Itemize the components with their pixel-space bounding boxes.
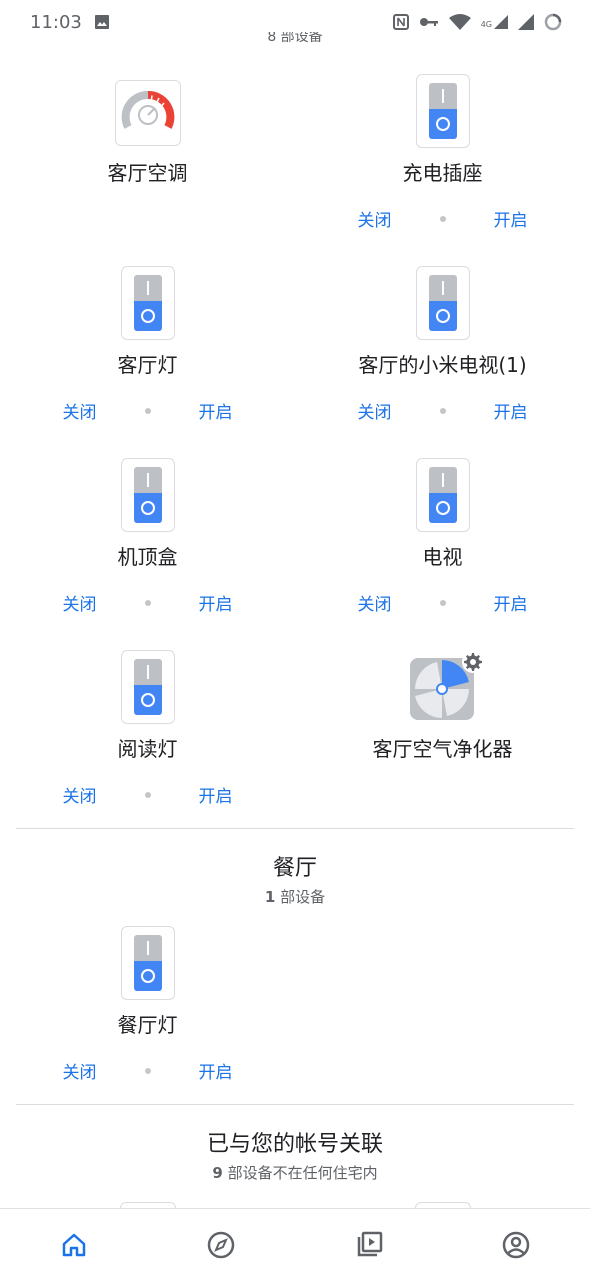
device-count-suffix: 部设备不在任何住宅内 — [227, 1164, 378, 1182]
off-button[interactable]: 关闭 — [63, 1058, 97, 1083]
home-icon — [62, 1233, 85, 1257]
nav-media[interactable] — [339, 1215, 399, 1275]
on-button[interactable]: 开启 — [199, 398, 233, 423]
on-off-controls: 关闭 开启 — [63, 590, 233, 615]
device-name: 电视 — [422, 545, 463, 569]
off-button[interactable]: 关闭 — [63, 398, 97, 423]
separator-dot — [439, 407, 446, 414]
on-button[interactable]: 开启 — [199, 782, 233, 807]
image-icon — [94, 15, 109, 29]
on-button[interactable]: 开启 — [494, 206, 528, 231]
switch-icon — [120, 266, 175, 340]
network-label: 4G — [480, 20, 492, 29]
separator-dot — [439, 215, 446, 222]
thermostat-gauge-icon — [114, 80, 181, 146]
on-off-controls: 关闭 开启 — [358, 398, 528, 423]
device-tile-set-top-box[interactable]: 机顶盒 关闭 开启 — [0, 458, 295, 615]
nav-account[interactable] — [486, 1215, 546, 1275]
off-button[interactable]: 关闭 — [358, 206, 392, 231]
section-title-linked: 已与您的帐号关联 — [206, 1132, 383, 1157]
device-tile-reading-light[interactable]: 阅读灯 关闭 开启 — [0, 650, 295, 807]
separator-dot — [144, 407, 151, 414]
switch-icon — [120, 650, 175, 724]
on-button[interactable]: 开启 — [199, 1058, 233, 1083]
media-playlist-icon — [357, 1231, 382, 1257]
on-button[interactable]: 开启 — [199, 590, 233, 615]
device-count-suffix: 部设备 — [280, 888, 326, 906]
device-name: 餐厅灯 — [117, 1013, 178, 1037]
device-name: 客厅的小米电视(1) — [358, 353, 527, 377]
on-off-controls: 关闭 开启 — [63, 782, 233, 807]
device-tile-dining-room-light[interactable]: 餐厅灯 关闭 开启 — [0, 926, 295, 1083]
bottom-navigation — [0, 1208, 590, 1281]
on-button[interactable]: 开启 — [494, 590, 528, 615]
nav-explore[interactable] — [191, 1215, 251, 1275]
section-divider — [16, 828, 574, 829]
off-button[interactable]: 关闭 — [358, 398, 392, 423]
explore-compass-icon — [208, 1231, 235, 1259]
device-name: 客厅灯 — [117, 353, 178, 377]
on-off-controls: 关闭 开启 — [358, 206, 528, 231]
device-tile-living-room-ac[interactable]: 客厅空调 — [0, 80, 295, 186]
switch-icon — [120, 926, 175, 1000]
device-name: 充电插座 — [402, 161, 483, 185]
device-name: 阅读灯 — [117, 737, 178, 761]
off-button[interactable]: 关闭 — [63, 590, 97, 615]
section-device-count: 9 部设备不在任何住宅内 — [0, 1162, 590, 1183]
switch-icon — [120, 458, 175, 532]
nav-home[interactable] — [44, 1215, 104, 1275]
account-icon — [503, 1231, 530, 1259]
on-off-controls: 关闭 开启 — [63, 1058, 233, 1083]
section-title-dining-room: 餐厅 — [272, 856, 317, 881]
device-count-number: 1 — [264, 888, 276, 906]
key-icon — [419, 18, 438, 26]
device-tile-living-room-mi-tv[interactable]: 客厅的小米电视(1) 关闭 开启 — [295, 266, 590, 423]
on-off-controls: 关闭 开启 — [63, 398, 233, 423]
section-divider — [16, 1104, 574, 1105]
signal-4g-icon: 4G — [481, 15, 508, 29]
settings-gear-icon — [461, 651, 484, 673]
air-purifier-fan-icon — [407, 651, 484, 724]
device-count-number: 9 — [212, 1164, 223, 1182]
off-button[interactable]: 关闭 — [63, 782, 97, 807]
separator-dot — [439, 599, 446, 606]
battery-icon — [544, 13, 562, 31]
separator-dot — [144, 791, 151, 798]
device-name: 客厅空气净化器 — [372, 737, 513, 761]
separator-dot — [144, 599, 151, 606]
wifi-icon — [448, 14, 471, 30]
device-name: 机顶盒 — [117, 545, 178, 569]
off-button[interactable]: 关闭 — [358, 590, 392, 615]
device-tile-tv[interactable]: 电视 关闭 开启 — [295, 458, 590, 615]
status-time: 11:03 — [30, 11, 82, 33]
section-device-count: 1 部设备 — [0, 886, 590, 907]
switch-icon — [415, 266, 470, 340]
separator-dot — [144, 1067, 151, 1074]
device-tile-charging-socket[interactable]: 充电插座 关闭 开启 — [295, 74, 590, 231]
living-room-device-count: 8 部设备 — [267, 32, 323, 45]
signal-icon — [518, 14, 534, 30]
device-tile-living-room-light[interactable]: 客厅灯 关闭 开启 — [0, 266, 295, 423]
switch-icon — [415, 458, 470, 532]
on-button[interactable]: 开启 — [494, 398, 528, 423]
device-name: 客厅空调 — [107, 161, 188, 185]
device-tile-air-purifier[interactable]: 客厅空气净化器 — [295, 651, 590, 762]
nfc-icon — [392, 14, 409, 30]
switch-icon — [415, 74, 470, 148]
on-off-controls: 关闭 开启 — [358, 590, 528, 615]
